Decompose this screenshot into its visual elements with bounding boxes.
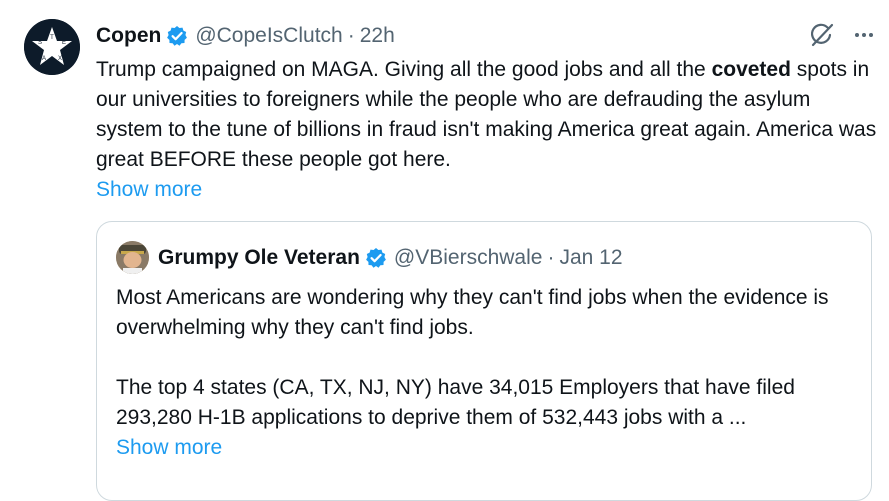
quote-author-name[interactable]: Grumpy Ole Veteran (158, 246, 360, 270)
verified-badge-icon[interactable] (166, 25, 188, 47)
quote-show-more-link[interactable]: Show more (116, 436, 222, 459)
svg-text:E: E (62, 40, 66, 46)
quote-header: Grumpy Ole Veteran @VBierschwale · Jan 1… (158, 244, 623, 272)
quote-text: Most Americans are wondering why they ca… (116, 283, 856, 463)
avatar[interactable]: T E X A S (24, 19, 80, 75)
author-name[interactable]: Copen (96, 24, 161, 48)
quote-avatar-photo (116, 241, 149, 274)
quote-avatar[interactable] (116, 241, 149, 274)
separator-dot: · (347, 24, 355, 47)
quote-author-handle[interactable]: @VBierschwale (394, 246, 543, 270)
svg-text:S: S (38, 40, 42, 46)
quote-paragraph-1: Most Americans are wondering why they ca… (116, 286, 829, 339)
grok-icon[interactable] (809, 22, 835, 48)
tweet-actions-top (809, 22, 875, 48)
more-icon[interactable] (853, 24, 875, 46)
quote-timestamp[interactable]: Jan 12 (559, 246, 622, 270)
tweet-header: Copen @CopeIsClutch · 22h (96, 22, 395, 50)
svg-text:T: T (50, 35, 54, 41)
show-more-link[interactable]: Show more (96, 178, 202, 201)
tweet-text-bold: coveted (711, 58, 791, 81)
verified-badge-icon[interactable] (365, 247, 387, 269)
separator-dot: · (547, 246, 555, 269)
quoted-tweet[interactable]: Grumpy Ole Veteran @VBierschwale · Jan 1… (96, 221, 872, 501)
tweet-text-part1: Trump campaigned on MAGA. Giving all the… (96, 58, 712, 81)
quote-paragraph-2: The top 4 states (CA, TX, NJ, NY) have 3… (116, 376, 795, 429)
author-handle[interactable]: @CopeIsClutch (195, 24, 342, 48)
svg-text:X: X (58, 56, 62, 62)
texas-star-logo: T E X A S (24, 19, 80, 75)
timestamp[interactable]: 22h (360, 24, 395, 48)
svg-text:A: A (42, 56, 46, 62)
tweet-text: Trump campaigned on MAGA. Giving all the… (96, 55, 881, 205)
